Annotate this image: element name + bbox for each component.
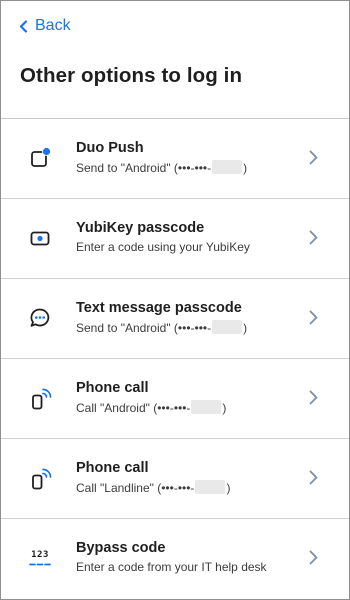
yubikey-icon: [28, 226, 52, 250]
phone-call-icon: [28, 386, 52, 410]
chevron-right-icon: [309, 470, 318, 485]
bypass-code-underline: [29, 563, 51, 566]
bypass-code-icon: 123: [28, 546, 52, 570]
option-title: Bypass code: [76, 540, 166, 556]
chevron-right-icon: [309, 310, 318, 325]
back-button[interactable]: Back: [19, 16, 71, 36]
login-options-screen: Back Other options to log in Duo Push Se…: [0, 0, 350, 600]
redacted-number: [212, 320, 243, 334]
option-title: Phone call: [76, 460, 149, 476]
option-title: Phone call: [76, 380, 149, 396]
redacted-number: [191, 400, 222, 414]
back-label: Back: [35, 17, 71, 34]
chevron-left-icon: [19, 19, 28, 33]
option-title: Duo Push: [76, 140, 144, 156]
chevron-right-icon: [309, 550, 318, 565]
bypass-code-icon-text: 123: [31, 550, 49, 560]
phone-call-icon: [28, 466, 52, 490]
option-description: Call "Landline" (•••-•••-): [76, 480, 231, 495]
duo-push-icon: [28, 146, 52, 170]
option-description: Call "Android" (•••-•••-): [76, 400, 227, 415]
option-description: Send to "Android" (•••-•••-): [76, 320, 248, 335]
option-phone-call-android[interactable]: Phone call Call "Android" (•••-•••-): [1, 359, 349, 439]
option-yubikey-passcode[interactable]: YubiKey passcode Enter a code using your…: [1, 199, 349, 279]
chevron-right-icon: [309, 230, 318, 245]
option-description: Enter a code using your YubiKey: [76, 240, 250, 254]
options-list: Duo Push Send to "Android" (•••-•••-) Yu…: [1, 119, 349, 599]
option-phone-call-landline[interactable]: Phone call Call "Landline" (•••-•••-): [1, 439, 349, 519]
redacted-number: [195, 480, 226, 494]
text-message-icon: [28, 306, 52, 330]
option-title: Text message passcode: [76, 300, 242, 316]
chevron-right-icon: [309, 390, 318, 405]
option-text-message-passcode[interactable]: Text message passcode Send to "Android" …: [1, 279, 349, 359]
option-description: Send to "Android" (•••-•••-): [76, 160, 248, 175]
option-bypass-code[interactable]: 123 Bypass code Enter a code from your I…: [1, 519, 349, 599]
option-title: YubiKey passcode: [76, 220, 205, 236]
option-description: Enter a code from your IT help desk: [76, 560, 267, 574]
option-duo-push[interactable]: Duo Push Send to "Android" (•••-•••-): [1, 119, 349, 199]
page-title: Other options to log in: [20, 64, 243, 87]
chevron-right-icon: [309, 150, 318, 165]
redacted-number: [212, 160, 243, 174]
